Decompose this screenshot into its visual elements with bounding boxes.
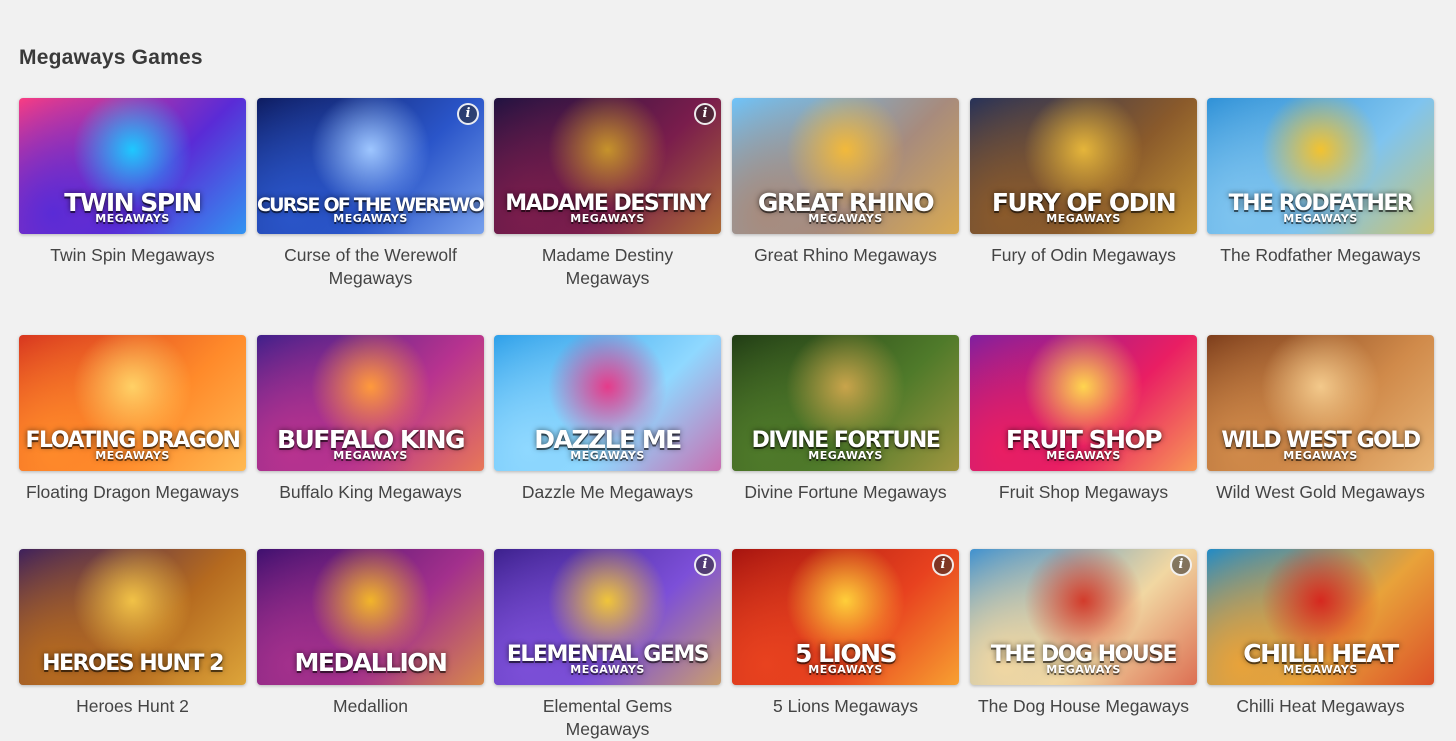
game-thumbnail[interactable]: 5 LIONS MEGAWAYS i	[732, 549, 959, 685]
game-logo: THE RODFATHER MEGAWAYS	[1207, 193, 1434, 225]
game-thumbnail[interactable]: WILD WEST GOLD MEGAWAYS	[1207, 335, 1434, 471]
game-card[interactable]: DAZZLE ME MEGAWAYS Dazzle Me Megaways	[494, 335, 721, 504]
game-card[interactable]: GREAT RHINO MEGAWAYS Great Rhino Megaways	[732, 98, 959, 267]
game-title[interactable]: Buffalo King Megaways	[257, 481, 484, 504]
game-logo: FURY OF ODIN MEGAWAYS	[970, 190, 1197, 224]
game-card[interactable]: TWIN SPIN MEGAWAYS Twin Spin Megaways	[19, 98, 246, 267]
game-card[interactable]: CHILLI HEAT MEGAWAYS Chilli Heat Megaways	[1207, 549, 1434, 718]
game-thumbnail[interactable]: DAZZLE ME MEGAWAYS	[494, 335, 721, 471]
section-title: Megaways Games	[19, 46, 203, 69]
game-logo: MADAME DESTINY MEGAWAYS	[494, 193, 721, 225]
game-thumbnail[interactable]: HEROES HUNT 2	[19, 549, 246, 685]
game-thumbnail[interactable]: MADAME DESTINY MEGAWAYS i	[494, 98, 721, 234]
game-card[interactable]: WILD WEST GOLD MEGAWAYS Wild West Gold Meg…	[1207, 335, 1434, 504]
game-card[interactable]: BUFFALO KING MEGAWAYS Buffalo King Megaway…	[257, 335, 484, 504]
game-card[interactable]: FURY OF ODIN MEGAWAYS Fury of Odin Megaway…	[970, 98, 1197, 267]
game-thumbnail[interactable]: BUFFALO KING MEGAWAYS	[257, 335, 484, 471]
game-title[interactable]: Divine Fortune Megaways	[732, 481, 959, 504]
info-icon[interactable]: i	[457, 103, 479, 125]
game-thumbnail[interactable]: FRUIT SHOP MEGAWAYS	[970, 335, 1197, 471]
game-thumbnail[interactable]: CURSE OF THE WEREWOLF MEGAWAYS i	[257, 98, 484, 234]
game-title[interactable]: Chilli Heat Megaways	[1207, 695, 1434, 718]
game-title[interactable]: Wild West Gold Megaways	[1207, 481, 1434, 504]
game-thumbnail[interactable]: FURY OF ODIN MEGAWAYS	[970, 98, 1197, 234]
game-logo: THE DOG HOUSE MEGAWAYS	[970, 644, 1197, 676]
game-title[interactable]: Madame Destiny Megaways	[494, 244, 721, 290]
game-logo: BUFFALO KING MEGAWAYS	[257, 427, 484, 461]
game-thumbnail[interactable]: FLOATING DRAGON MEGAWAYS	[19, 335, 246, 471]
info-icon[interactable]: i	[694, 554, 716, 576]
info-icon[interactable]: i	[1170, 554, 1192, 576]
game-logo: FLOATING DRAGON MEGAWAYS	[19, 430, 246, 462]
game-logo-subtitle: MEGAWAYS	[1283, 663, 1358, 676]
game-logo: HEROES HUNT 2	[19, 653, 246, 675]
game-logo-subtitle: MEGAWAYS	[570, 449, 645, 462]
game-logo: CHILLI HEAT MEGAWAYS	[1207, 641, 1434, 675]
game-title[interactable]: Twin Spin Megaways	[19, 244, 246, 267]
game-logo: DAZZLE ME MEGAWAYS	[494, 427, 721, 461]
game-card[interactable]: FLOATING DRAGON MEGAWAYS Floating Dragon M…	[19, 335, 246, 504]
game-logo: MEDALLION	[257, 650, 484, 675]
game-card[interactable]: MEDALLION Medallion	[257, 549, 484, 718]
game-title[interactable]: Great Rhino Megaways	[732, 244, 959, 267]
game-logo: 5 LIONS MEGAWAYS	[732, 641, 959, 675]
game-title[interactable]: The Dog House Megaways	[970, 695, 1197, 718]
game-logo: WILD WEST GOLD MEGAWAYS	[1207, 430, 1434, 462]
info-icon[interactable]: i	[694, 103, 716, 125]
game-card[interactable]: THE RODFATHER MEGAWAYS The Rodfather Megaw…	[1207, 98, 1434, 267]
game-title[interactable]: Fury of Odin Megaways	[970, 244, 1197, 267]
game-logo: GREAT RHINO MEGAWAYS	[732, 190, 959, 224]
game-thumbnail[interactable]: ELEMENTAL GEMS MEGAWAYS i	[494, 549, 721, 685]
game-card[interactable]: MADAME DESTINY MEGAWAYS i Madame Destiny Me…	[494, 98, 721, 290]
game-thumbnail[interactable]: GREAT RHINO MEGAWAYS	[732, 98, 959, 234]
game-thumbnail[interactable]: MEDALLION	[257, 549, 484, 685]
game-thumbnail[interactable]: CHILLI HEAT MEGAWAYS	[1207, 549, 1434, 685]
game-card[interactable]: 5 LIONS MEGAWAYS i 5 Lions Megaways	[732, 549, 959, 718]
game-card[interactable]: FRUIT SHOP MEGAWAYS Fruit Shop Megaways	[970, 335, 1197, 504]
game-logo: TWIN SPIN MEGAWAYS	[19, 190, 246, 224]
game-card[interactable]: THE DOG HOUSE MEGAWAYS i The Dog House Mega…	[970, 549, 1197, 718]
game-logo-title: HEROES HUNT 2	[42, 651, 224, 676]
game-thumbnail[interactable]: DIVINE FORTUNE MEGAWAYS	[732, 335, 959, 471]
game-title[interactable]: Elemental Gems Megaways	[494, 695, 721, 741]
game-title[interactable]: Dazzle Me Megaways	[494, 481, 721, 504]
game-title[interactable]: Medallion	[257, 695, 484, 718]
game-title[interactable]: The Rodfather Megaways	[1207, 244, 1434, 267]
game-card[interactable]: ELEMENTAL GEMS MEGAWAYS i Elemental Gems Me…	[494, 549, 721, 741]
game-logo: FRUIT SHOP MEGAWAYS	[970, 427, 1197, 461]
game-logo: CURSE OF THE WEREWOLF MEGAWAYS	[257, 196, 484, 225]
game-thumbnail[interactable]: THE DOG HOUSE MEGAWAYS i	[970, 549, 1197, 685]
megaways-games-section: Megaways Games TWIN SPIN MEGAWAYS Twin Spi…	[0, 0, 1456, 739]
game-card[interactable]: HEROES HUNT 2 Heroes Hunt 2	[19, 549, 246, 718]
game-logo: DIVINE FORTUNE MEGAWAYS	[732, 430, 959, 462]
game-logo: ELEMENTAL GEMS MEGAWAYS	[494, 644, 721, 676]
game-card[interactable]: CURSE OF THE WEREWOLF MEGAWAYS i Curse of t…	[257, 98, 484, 290]
game-title[interactable]: Heroes Hunt 2	[19, 695, 246, 718]
game-title[interactable]: 5 Lions Megaways	[732, 695, 959, 718]
game-logo-title: MEDALLION	[294, 648, 448, 677]
game-title[interactable]: Fruit Shop Megaways	[970, 481, 1197, 504]
game-thumbnail[interactable]: TWIN SPIN MEGAWAYS	[19, 98, 246, 234]
game-logo-subtitle: MEGAWAYS	[1046, 449, 1121, 462]
info-icon[interactable]: i	[932, 554, 954, 576]
game-thumbnail[interactable]: THE RODFATHER MEGAWAYS	[1207, 98, 1434, 234]
game-logo-subtitle: MEGAWAYS	[95, 212, 170, 225]
game-title[interactable]: Floating Dragon Megaways	[19, 481, 246, 504]
game-card[interactable]: DIVINE FORTUNE MEGAWAYS Divine Fortune Meg…	[732, 335, 959, 504]
game-logo-subtitle: MEGAWAYS	[808, 663, 883, 676]
game-title[interactable]: Curse of the Werewolf Megaways	[257, 244, 484, 290]
